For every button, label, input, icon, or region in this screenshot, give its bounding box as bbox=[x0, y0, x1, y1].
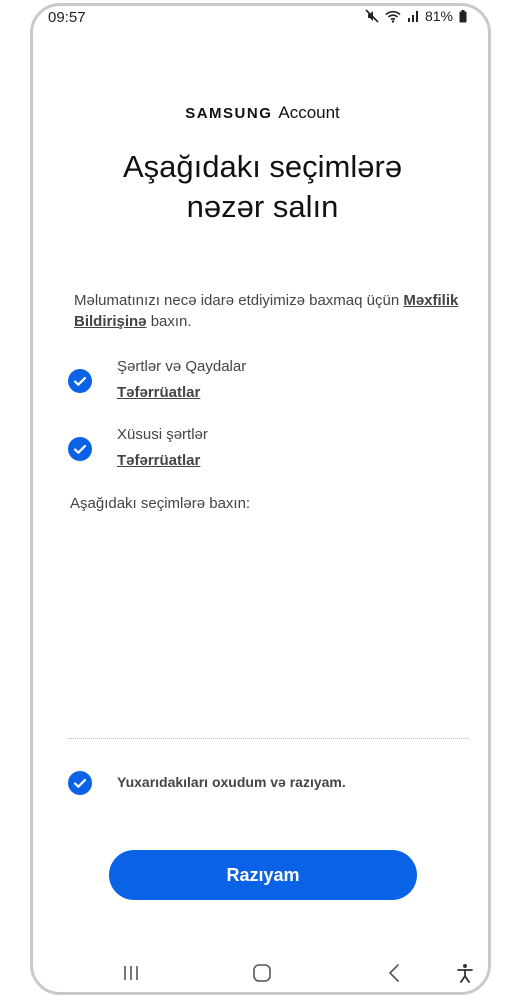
check-icon bbox=[73, 778, 87, 788]
battery-percent: 81% bbox=[424, 8, 453, 24]
divider bbox=[68, 738, 468, 739]
page-title-line-2: nəzər salın bbox=[186, 189, 339, 224]
samsung-account-logo: SAMSUNG Account bbox=[0, 102, 525, 123]
samsung-wordmark: SAMSUNG bbox=[185, 105, 273, 122]
status-time: 09:57 bbox=[48, 9, 86, 26]
status-icons: 81% bbox=[365, 8, 467, 24]
special-terms-label: Xüsusi şərtlər bbox=[117, 426, 208, 443]
terms-checkbox[interactable] bbox=[68, 369, 92, 393]
privacy-info-text: Məlumatınızı necə idarə etdiyimizə baxma… bbox=[74, 290, 464, 332]
privacy-info-suffix: baxın. bbox=[146, 313, 192, 330]
options-subheading: Aşağıdakı seçimlərə baxın: bbox=[70, 495, 251, 512]
mute-icon bbox=[365, 9, 379, 23]
signal-icon bbox=[407, 10, 419, 22]
navigation-bar bbox=[0, 955, 525, 991]
page-title: Aşağıdakı seçimlərə nəzər salın bbox=[0, 147, 525, 227]
agree-all-checkbox[interactable] bbox=[68, 771, 92, 795]
terms-label: Şərtlər və Qaydalar bbox=[117, 358, 247, 375]
back-icon[interactable] bbox=[376, 955, 412, 991]
home-icon[interactable] bbox=[244, 955, 280, 991]
terms-details-link[interactable]: Təfərrüatlar bbox=[117, 384, 200, 401]
account-wordmark: Account bbox=[278, 103, 340, 122]
status-bar: 09:57 81% bbox=[0, 0, 525, 34]
accessibility-icon[interactable] bbox=[447, 955, 483, 991]
agree-all-label[interactable]: Yuxarıdakıları oxudum və razıyam. bbox=[117, 774, 346, 790]
battery-icon bbox=[459, 9, 467, 23]
agree-button[interactable]: Razıyam bbox=[109, 850, 417, 900]
privacy-info-prefix: Məlumatınızı necə idarə etdiyimizə baxma… bbox=[74, 292, 404, 309]
special-terms-checkbox[interactable] bbox=[68, 437, 92, 461]
recent-apps-icon[interactable] bbox=[113, 955, 149, 991]
check-icon bbox=[73, 444, 87, 454]
page-title-line-1: Aşağıdakı seçimlərə bbox=[122, 149, 403, 184]
wifi-icon bbox=[385, 10, 401, 23]
check-icon bbox=[73, 376, 87, 386]
special-terms-details-link[interactable]: Təfərrüatlar bbox=[117, 452, 200, 469]
